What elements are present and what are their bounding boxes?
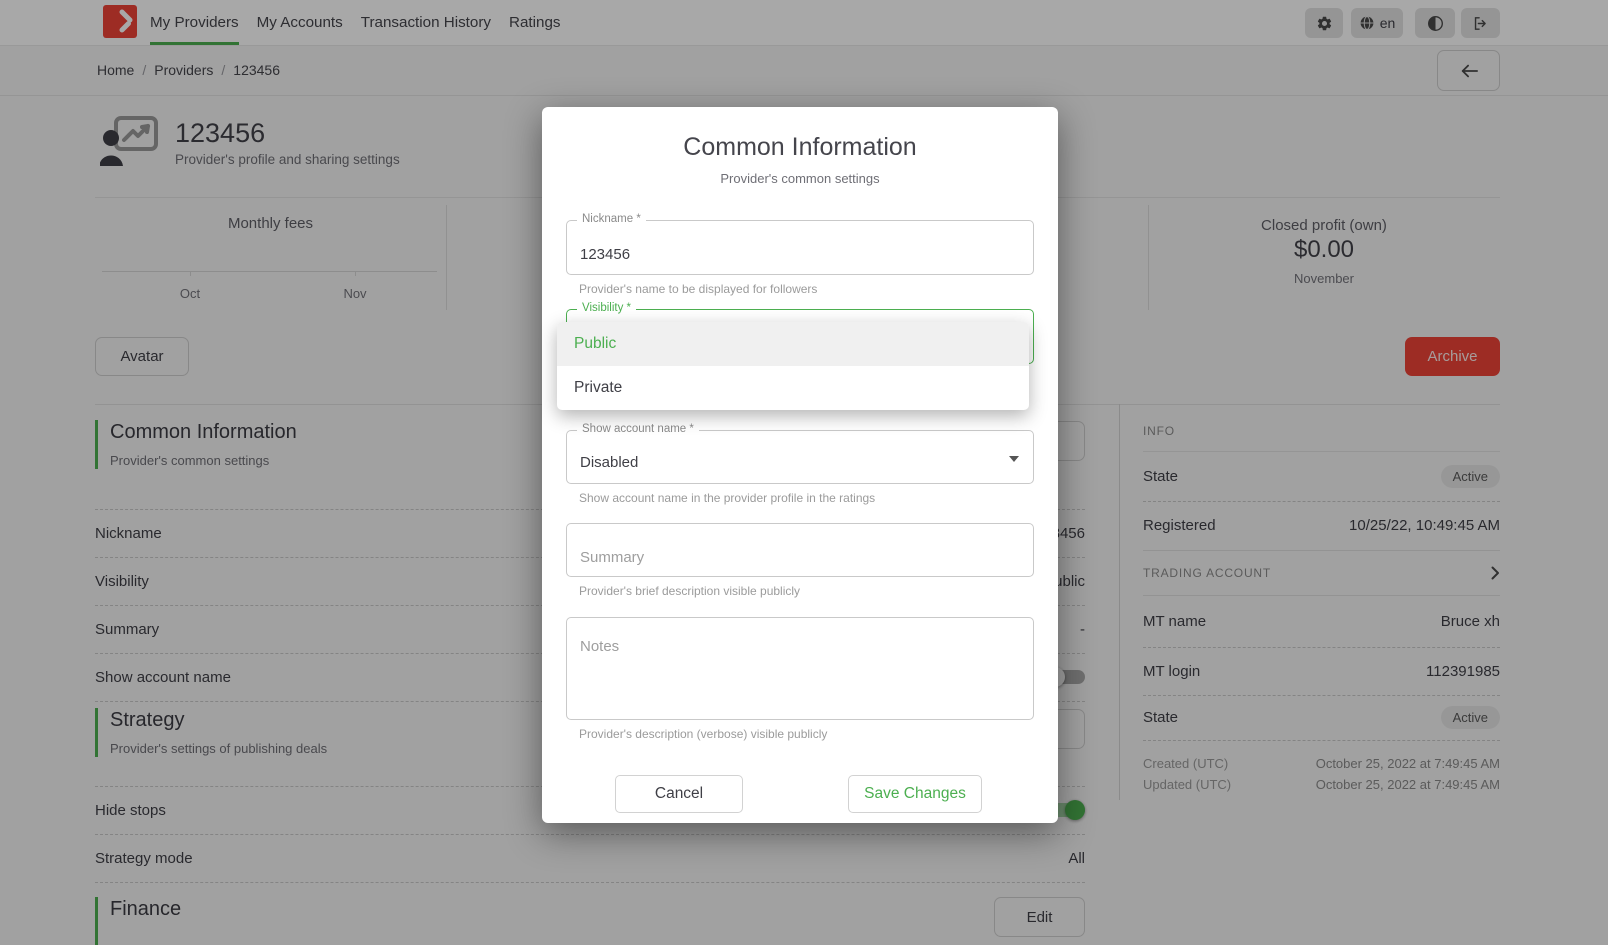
modal-title: Common Information [542,133,1058,162]
visibility-dropdown-menu: Public Private [557,322,1029,410]
nickname-field[interactable]: Nickname * [566,220,1034,275]
show-account-name-helper: Show account name in the provider profil… [579,491,875,505]
summary-field[interactable] [566,523,1034,577]
visibility-option-public[interactable]: Public [557,322,1029,366]
page: My Providers My Accounts Transaction His… [0,0,1608,945]
common-information-modal: Common Information Provider's common set… [542,107,1058,823]
show-account-name-select[interactable]: Show account name * Disabled [566,430,1034,484]
chevron-down-icon [1009,456,1019,462]
modal-subtitle: Provider's common settings [542,171,1058,186]
visibility-option-private[interactable]: Private [557,366,1029,410]
summary-input[interactable] [567,524,1033,576]
save-changes-button[interactable]: Save Changes [848,775,982,813]
nickname-helper: Provider's name to be displayed for foll… [579,282,817,296]
show-account-name-value: Disabled [580,454,638,471]
nickname-input[interactable] [567,221,1033,274]
notes-textarea[interactable] [567,618,1033,719]
cancel-button[interactable]: Cancel [615,775,743,813]
summary-helper: Provider's brief description visible pub… [579,584,800,598]
notes-field[interactable] [566,617,1034,720]
field-label: Show account name * [577,423,699,435]
field-label: Visibility * [577,302,636,314]
notes-helper: Provider's description (verbose) visible… [579,727,827,741]
